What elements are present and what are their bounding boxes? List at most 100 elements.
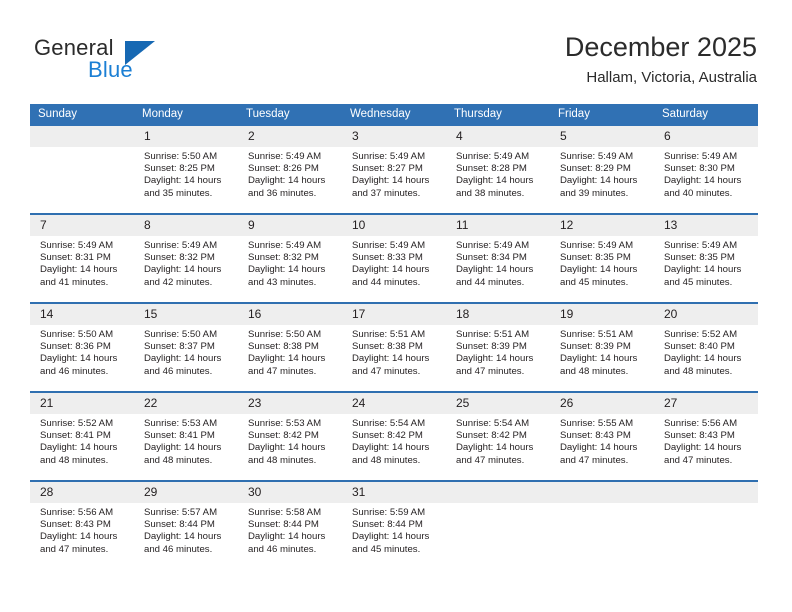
day-number[interactable]: 15 (134, 304, 238, 325)
day-cell[interactable]: Sunrise: 5:49 AM Sunset: 8:33 PM Daylight:… (342, 236, 446, 302)
daylight-text: Daylight: 14 hours (40, 531, 118, 543)
weekday-header-friday: Friday (558, 108, 590, 120)
day-cell[interactable]: Sunrise: 5:49 AM Sunset: 8:32 PM Daylight:… (134, 236, 238, 302)
daylight-text: and 46 minutes. (248, 543, 317, 555)
day-number[interactable]: 4 (446, 126, 550, 147)
day-cell[interactable]: Sunrise: 5:51 AM Sunset: 8:39 PM Daylight:… (550, 325, 654, 391)
day-cell[interactable]: Sunrise: 5:51 AM Sunset: 8:38 PM Daylight:… (342, 325, 446, 391)
daylight-text: and 48 minutes. (352, 454, 421, 466)
daylight-text: and 47 minutes. (456, 454, 525, 466)
calendar-grid: Sunday Monday Tuesday Wednesday Thursday Frid… (30, 104, 758, 569)
day-number[interactable]: 17 (342, 304, 446, 325)
day-number[interactable]: 30 (238, 482, 342, 503)
day-cell[interactable]: Sunrise: 5:49 AM Sunset: 8:30 PM Daylight:… (654, 147, 758, 213)
day-number[interactable]: 21 (30, 393, 134, 414)
day-cell[interactable]: Sunrise: 5:49 AM Sunset: 8:27 PM Daylight:… (342, 147, 446, 213)
sunset-text: Sunset: 8:28 PM (456, 163, 527, 175)
day-number[interactable]: 10 (342, 215, 446, 236)
day-cell[interactable]: Sunrise: 5:56 AM Sunset: 8:43 PM Daylight:… (30, 503, 134, 569)
day-cell (654, 503, 758, 569)
day-number[interactable]: 12 (550, 215, 654, 236)
day-number[interactable]: 9 (238, 215, 342, 236)
day-cell[interactable]: Sunrise: 5:52 AM Sunset: 8:41 PM Daylight:… (30, 414, 134, 480)
daylight-text: and 42 minutes. (144, 276, 213, 288)
day-number[interactable]: 31 (342, 482, 446, 503)
daylight-text: Daylight: 14 hours (560, 175, 638, 187)
day-number[interactable]: 25 (446, 393, 550, 414)
day-number[interactable]: 24 (342, 393, 446, 414)
day-cell[interactable]: Sunrise: 5:53 AM Sunset: 8:41 PM Daylight:… (134, 414, 238, 480)
weekday-header-thursday: Thursday (454, 108, 502, 120)
day-cell[interactable]: Sunrise: 5:54 AM Sunset: 8:42 PM Daylight:… (342, 414, 446, 480)
day-cell[interactable]: Sunrise: 5:49 AM Sunset: 8:31 PM Daylight:… (30, 236, 134, 302)
day-number[interactable]: 11 (446, 215, 550, 236)
day-number[interactable]: 20 (654, 304, 758, 325)
weekday-header-sunday: Sunday (38, 108, 78, 120)
sunset-text: Sunset: 8:38 PM (352, 341, 423, 353)
daylight-text: and 46 minutes. (144, 543, 213, 555)
day-cell[interactable]: Sunrise: 5:50 AM Sunset: 8:38 PM Daylight:… (238, 325, 342, 391)
calendar-week-row: 7 8 9 10 11 12 13 Sunrise: 5:49 AM Sunset: 8:31 … (30, 213, 758, 302)
day-number[interactable]: 5 (550, 126, 654, 147)
daylight-text: Daylight: 14 hours (248, 264, 326, 276)
daylight-text: Daylight: 14 hours (40, 442, 118, 454)
day-cell[interactable]: Sunrise: 5:56 AM Sunset: 8:43 PM Daylight:… (654, 414, 758, 480)
daylight-text: and 35 minutes. (144, 187, 213, 199)
sunset-text: Sunset: 8:40 PM (664, 341, 735, 353)
daylight-text: and 39 minutes. (560, 187, 629, 199)
weekday-header-saturday: Saturday (662, 108, 709, 120)
day-cell[interactable]: Sunrise: 5:49 AM Sunset: 8:35 PM Daylight:… (654, 236, 758, 302)
daylight-text: and 48 minutes. (248, 454, 317, 466)
day-cell[interactable]: Sunrise: 5:53 AM Sunset: 8:42 PM Daylight:… (238, 414, 342, 480)
day-cell[interactable]: Sunrise: 5:54 AM Sunset: 8:42 PM Daylight:… (446, 414, 550, 480)
day-cell[interactable]: Sunrise: 5:49 AM Sunset: 8:28 PM Daylight:… (446, 147, 550, 213)
day-number[interactable]: 6 (654, 126, 758, 147)
day-number[interactable]: 7 (30, 215, 134, 236)
day-number[interactable]: 27 (654, 393, 758, 414)
sunrise-text: Sunrise: 5:49 AM (664, 240, 738, 251)
day-number[interactable]: 8 (134, 215, 238, 236)
day-cell[interactable]: Sunrise: 5:52 AM Sunset: 8:40 PM Daylight:… (654, 325, 758, 391)
sunrise-text: Sunrise: 5:55 AM (560, 418, 634, 429)
day-cell[interactable]: Sunrise: 5:57 AM Sunset: 8:44 PM Daylight:… (134, 503, 238, 569)
day-cell[interactable]: Sunrise: 5:58 AM Sunset: 8:44 PM Daylight:… (238, 503, 342, 569)
daylight-text: Daylight: 14 hours (144, 531, 222, 543)
week-daynumber-band: 14 15 16 17 18 19 20 (30, 304, 758, 325)
daylight-text: and 47 minutes. (40, 543, 109, 555)
day-cell[interactable]: Sunrise: 5:50 AM Sunset: 8:37 PM Daylight:… (134, 325, 238, 391)
daylight-text: and 48 minutes. (40, 454, 109, 466)
day-cell[interactable]: Sunrise: 5:50 AM Sunset: 8:36 PM Daylight:… (30, 325, 134, 391)
sunset-text: Sunset: 8:42 PM (352, 430, 423, 442)
day-number (654, 482, 758, 503)
day-number[interactable]: 2 (238, 126, 342, 147)
day-number[interactable]: 26 (550, 393, 654, 414)
day-number[interactable]: 29 (134, 482, 238, 503)
day-cell[interactable]: Sunrise: 5:49 AM Sunset: 8:32 PM Daylight:… (238, 236, 342, 302)
sunrise-text: Sunrise: 5:49 AM (456, 151, 530, 162)
day-cell[interactable]: Sunrise: 5:49 AM Sunset: 8:35 PM Daylight:… (550, 236, 654, 302)
sunset-text: Sunset: 8:25 PM (144, 163, 215, 175)
weekday-header-row: Sunday Monday Tuesday Wednesday Thursday Frid… (30, 104, 758, 126)
day-number[interactable]: 16 (238, 304, 342, 325)
day-number[interactable]: 1 (134, 126, 238, 147)
sunset-text: Sunset: 8:33 PM (352, 252, 423, 264)
day-cell[interactable]: Sunrise: 5:51 AM Sunset: 8:39 PM Daylight:… (446, 325, 550, 391)
day-cell[interactable]: Sunrise: 5:49 AM Sunset: 8:29 PM Daylight:… (550, 147, 654, 213)
generalblue-logo[interactable]: General Blue (34, 36, 234, 88)
day-cell[interactable]: Sunrise: 5:50 AM Sunset: 8:25 PM Daylight:… (134, 147, 238, 213)
day-cell[interactable]: Sunrise: 5:55 AM Sunset: 8:43 PM Daylight:… (550, 414, 654, 480)
day-number[interactable]: 19 (550, 304, 654, 325)
day-cell[interactable]: Sunrise: 5:49 AM Sunset: 8:34 PM Daylight:… (446, 236, 550, 302)
daylight-text: and 41 minutes. (40, 276, 109, 288)
day-number[interactable]: 14 (30, 304, 134, 325)
day-number[interactable]: 22 (134, 393, 238, 414)
day-cell[interactable]: Sunrise: 5:59 AM Sunset: 8:44 PM Daylight:… (342, 503, 446, 569)
day-number[interactable]: 18 (446, 304, 550, 325)
day-number[interactable]: 28 (30, 482, 134, 503)
day-number[interactable]: 23 (238, 393, 342, 414)
sunset-text: Sunset: 8:44 PM (248, 519, 319, 531)
calendar-week-row: 28 29 30 31 Sunrise: 5:56 AM Sunset: 8:43 PM D… (30, 480, 758, 569)
day-number[interactable]: 13 (654, 215, 758, 236)
day-cell[interactable]: Sunrise: 5:49 AM Sunset: 8:26 PM Daylight:… (238, 147, 342, 213)
day-number[interactable]: 3 (342, 126, 446, 147)
